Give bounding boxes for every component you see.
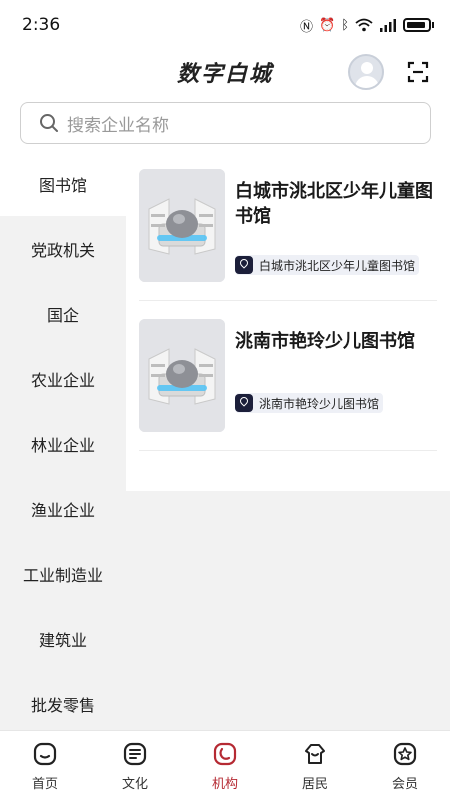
location-pin-icon [235,256,253,274]
sidebar-item-agriculture[interactable]: 农业企业 [0,346,126,411]
tab-label: 文化 [121,777,148,792]
sidebar-item-fishery[interactable]: 渔业企业 [0,476,126,541]
institution-title: 洮南市艳玲少儿图书馆 [235,331,415,352]
tab-culture[interactable]: 文化 [90,731,180,800]
location-tag-text: 白城市洮北区少年儿童图书馆 [259,258,416,273]
search-placeholder: 搜索企业名称 [67,115,169,136]
institution-title: 白城市洮北区少年儿童图书馆 [235,181,433,227]
bluetooth-icon: ᛒ [341,17,349,33]
avatar[interactable] [348,54,384,90]
category-sidebar: 图书馆 党政机关 国企 农业企业 林业企业 渔业企业 工业制造业 建筑业 批发零… [0,151,126,730]
home-icon [33,742,57,766]
nfc-icon: Ⓝ [299,19,313,35]
sidebar-item-forestry[interactable]: 林业企业 [0,411,126,476]
location-tag-text: 洮南市艳玲少儿图书馆 [259,396,380,411]
signal-icon [380,19,396,32]
sidebar-item-construction[interactable]: 建筑业 [0,606,126,671]
tab-home[interactable]: 首页 [0,731,90,800]
institution-icon [213,742,237,766]
wifi-icon [355,18,373,32]
status-bar: 2:36 Ⓝ ⏰ ᛒ [0,0,450,50]
status-icons: Ⓝ ⏰ ᛒ [300,16,434,35]
list-item[interactable]: 白城市洮北区少年儿童图书馆 白城市洮北区少年儿童图书馆 [139,151,437,301]
sidebar-item-library[interactable]: 图书馆 [0,151,126,216]
building-image [139,169,225,282]
sidebar-item-retail[interactable]: 批发零售 [0,671,126,730]
institution-list: 白城市洮北区少年儿童图书馆 白城市洮北区少年儿童图书馆 洮南市艳玲少儿图书馆 洮… [126,151,450,491]
residents-icon [305,744,325,764]
location-tag: 洮南市艳玲少儿图书馆 [235,393,384,413]
tab-label: 首页 [31,777,58,792]
tab-institution[interactable]: 机构 [180,731,270,800]
tab-label: 居民 [301,777,328,792]
member-icon [393,742,417,766]
status-time: 2:36 [22,15,61,35]
culture-icon [123,742,147,766]
app-header: 数字白城 [0,50,450,94]
list-item[interactable]: 洮南市艳玲少儿图书馆 洮南市艳玲少儿图书馆 [139,301,437,451]
tab-member[interactable]: 会员 [360,731,450,800]
tab-label: 会员 [391,777,418,792]
building-image [139,319,225,432]
scan-icon[interactable] [406,60,430,84]
location-tag: 白城市洮北区少年儿童图书馆 [235,255,420,275]
search-icon [40,114,58,132]
search-input[interactable]: 搜索企业名称 [20,102,431,144]
alarm-icon: ⏰ [319,17,336,33]
sidebar-item-government[interactable]: 党政机关 [0,216,126,281]
sidebar-item-manufacturing[interactable]: 工业制造业 [0,541,126,606]
content-empty-area [126,491,450,730]
location-pin-icon [235,394,253,412]
tab-residents[interactable]: 居民 [270,731,360,800]
sidebar-item-state-owned[interactable]: 国企 [0,281,126,346]
tab-label: 机构 [211,777,238,792]
bottom-tab-bar: 首页 文化 机构 居民 会员 [0,730,450,800]
battery-icon [403,18,431,32]
